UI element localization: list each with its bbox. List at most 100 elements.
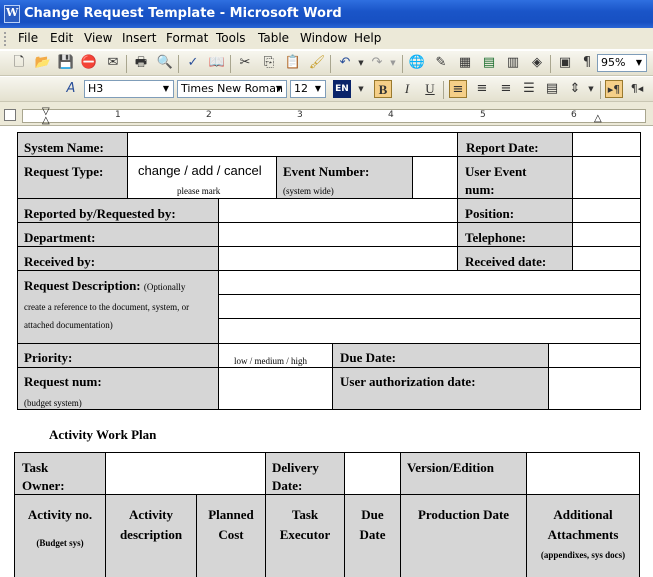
redo-dropdown-icon[interactable]: ▼ xyxy=(384,54,402,72)
received-date-label: Received date: xyxy=(465,254,547,269)
tables-borders-icon[interactable]: ✎ xyxy=(432,54,450,72)
menu-edit[interactable]: Edit xyxy=(50,31,73,45)
ruler-number: 2 xyxy=(206,110,212,120)
request-type-label: Request Type: xyxy=(24,164,104,179)
styles-formatting-icon[interactable]: A xyxy=(62,80,80,98)
language-dropdown-icon[interactable]: ▼ xyxy=(352,80,370,98)
separator xyxy=(402,55,403,73)
distributed-icon[interactable]: ▤ xyxy=(543,80,561,98)
chevron-down-icon[interactable]: ▼ xyxy=(273,82,285,96)
rtl-paragraph-icon[interactable]: ¶◂ xyxy=(628,80,646,98)
line-spacing-dropdown-icon[interactable]: ▼ xyxy=(582,80,600,98)
col-due-date: Due xyxy=(361,507,384,522)
separator xyxy=(230,55,231,73)
ltr-paragraph-icon[interactable]: ▸¶ xyxy=(605,80,623,98)
right-indent-icon[interactable]: △ xyxy=(594,113,602,124)
cut-icon[interactable]: ✂ xyxy=(236,54,254,72)
copy-icon[interactable]: ⎘ xyxy=(260,54,278,72)
menu-format[interactable]: Format xyxy=(166,31,208,45)
bold-button[interactable]: B xyxy=(374,80,392,98)
font-value: Times New Roman xyxy=(181,82,283,95)
save-icon[interactable]: 💾 xyxy=(57,54,75,72)
print-icon[interactable]: 🖶 xyxy=(132,54,150,72)
menu-table[interactable]: Table xyxy=(258,31,289,45)
font-combo[interactable]: Times New Roman ▼ xyxy=(177,80,287,98)
columns-icon[interactable]: ▥ xyxy=(504,54,522,72)
insert-excel-icon[interactable]: ▤ xyxy=(480,54,498,72)
style-value: H3 xyxy=(88,82,104,95)
research-icon[interactable]: 📖 xyxy=(208,54,226,72)
priority-label: Priority: xyxy=(24,350,73,365)
reported-by-label: Reported by/Requested by: xyxy=(24,206,176,221)
horizontal-ruler[interactable]: ▽ △ 1 2 3 4 5 6 △ xyxy=(0,102,653,126)
format-painter-icon[interactable]: 🖌 xyxy=(308,54,326,72)
separator xyxy=(330,55,331,73)
col-additional-attachments: Additional xyxy=(553,507,613,522)
menu-file[interactable]: File xyxy=(18,31,38,45)
standard-toolbar: 🗋 📂 💾 ⛔ ✉ 🖶 🔍 ✓ 📖 ✂ ⎘ 📋 🖌 ↶ ▼ ↷ ▼ 🌐 ✎ ▦ … xyxy=(0,51,653,76)
new-document-icon[interactable]: 🗋 xyxy=(10,54,28,72)
priority-options[interactable]: low / medium / high xyxy=(234,356,307,366)
language-button[interactable]: EN xyxy=(333,80,351,98)
word-app-icon[interactable] xyxy=(4,5,20,23)
ruler-number: 6 xyxy=(571,110,577,120)
chevron-down-icon[interactable]: ▼ xyxy=(160,82,172,96)
tab-selector-icon[interactable] xyxy=(4,109,16,121)
hanging-indent-icon[interactable]: △ xyxy=(42,115,50,126)
col-task-executor: Executor xyxy=(279,527,331,542)
activity-work-plan-heading: Activity Work Plan xyxy=(49,427,157,442)
menu-window[interactable]: Window xyxy=(300,31,347,45)
menu-bar: File Edit View Insert Format Tools Table… xyxy=(0,28,653,50)
align-left-icon[interactable]: ≡ xyxy=(449,80,467,98)
table-border xyxy=(639,452,640,577)
ruler-number: 1 xyxy=(115,110,121,120)
chevron-down-icon[interactable]: ▼ xyxy=(633,56,645,70)
align-right-icon[interactable]: ≡ xyxy=(497,80,515,98)
zoom-value: 95% xyxy=(601,56,626,69)
open-folder-icon[interactable]: 📂 xyxy=(34,54,52,72)
system-wide-note: (system wide) xyxy=(283,186,334,196)
email-icon[interactable]: ✉ xyxy=(104,54,122,72)
align-center-icon[interactable]: ≡ xyxy=(473,80,491,98)
task-owner-label: Owner: xyxy=(22,478,65,493)
underline-button[interactable]: U xyxy=(421,80,439,98)
due-date-label: Due Date: xyxy=(340,350,396,365)
table-border xyxy=(276,156,277,199)
event-number-label: Event Number: xyxy=(283,164,370,179)
print-preview-icon[interactable]: 🔍 xyxy=(156,54,174,72)
request-type-options[interactable]: change / add / cancel xyxy=(138,163,262,178)
hyperlink-icon[interactable]: 🌐 xyxy=(408,54,426,72)
drawing-icon[interactable]: ◈ xyxy=(528,54,546,72)
italic-button[interactable]: I xyxy=(398,80,416,98)
menu-tools[interactable]: Tools xyxy=(216,31,246,45)
font-size-combo[interactable]: 12 ▼ xyxy=(290,80,326,98)
table-border xyxy=(127,132,128,199)
menu-grip[interactable] xyxy=(4,32,9,46)
spelling-icon[interactable]: ✓ xyxy=(184,54,202,72)
table-border xyxy=(17,132,641,133)
insert-table-icon[interactable]: ▦ xyxy=(456,54,474,72)
chevron-down-icon[interactable]: ▼ xyxy=(312,82,324,96)
table-border xyxy=(640,132,641,410)
menu-help[interactable]: Help xyxy=(354,31,381,45)
show-hide-icon[interactable]: ¶ xyxy=(578,54,596,72)
request-description-note: attached documentation) xyxy=(24,320,113,330)
permission-icon[interactable]: ⛔ xyxy=(80,54,98,72)
task-owner-label: Task xyxy=(22,460,49,475)
style-combo[interactable]: H3 ▼ xyxy=(84,80,174,98)
zoom-combo[interactable]: 95% ▼ xyxy=(597,54,647,72)
justify-icon[interactable]: ☰ xyxy=(520,80,538,98)
delivery-date-label: Date: xyxy=(272,478,303,493)
budget-system-note: (budget system) xyxy=(24,398,82,408)
document-map-icon[interactable]: ▣ xyxy=(556,54,574,72)
menu-insert[interactable]: Insert xyxy=(122,31,156,45)
document-page[interactable]: System Name: Report Date: Request Type: … xyxy=(0,127,653,577)
menu-view[interactable]: View xyxy=(84,31,112,45)
col-planned-cost: Cost xyxy=(218,527,244,542)
col-activity-desc: description xyxy=(119,527,183,542)
title-bar: Change Request Template - Microsoft Word xyxy=(0,0,653,28)
col-task-executor: Task xyxy=(291,507,319,522)
request-description-title: Request Description: xyxy=(24,278,141,293)
paste-icon[interactable]: 📋 xyxy=(284,54,302,72)
table-border xyxy=(548,343,549,410)
